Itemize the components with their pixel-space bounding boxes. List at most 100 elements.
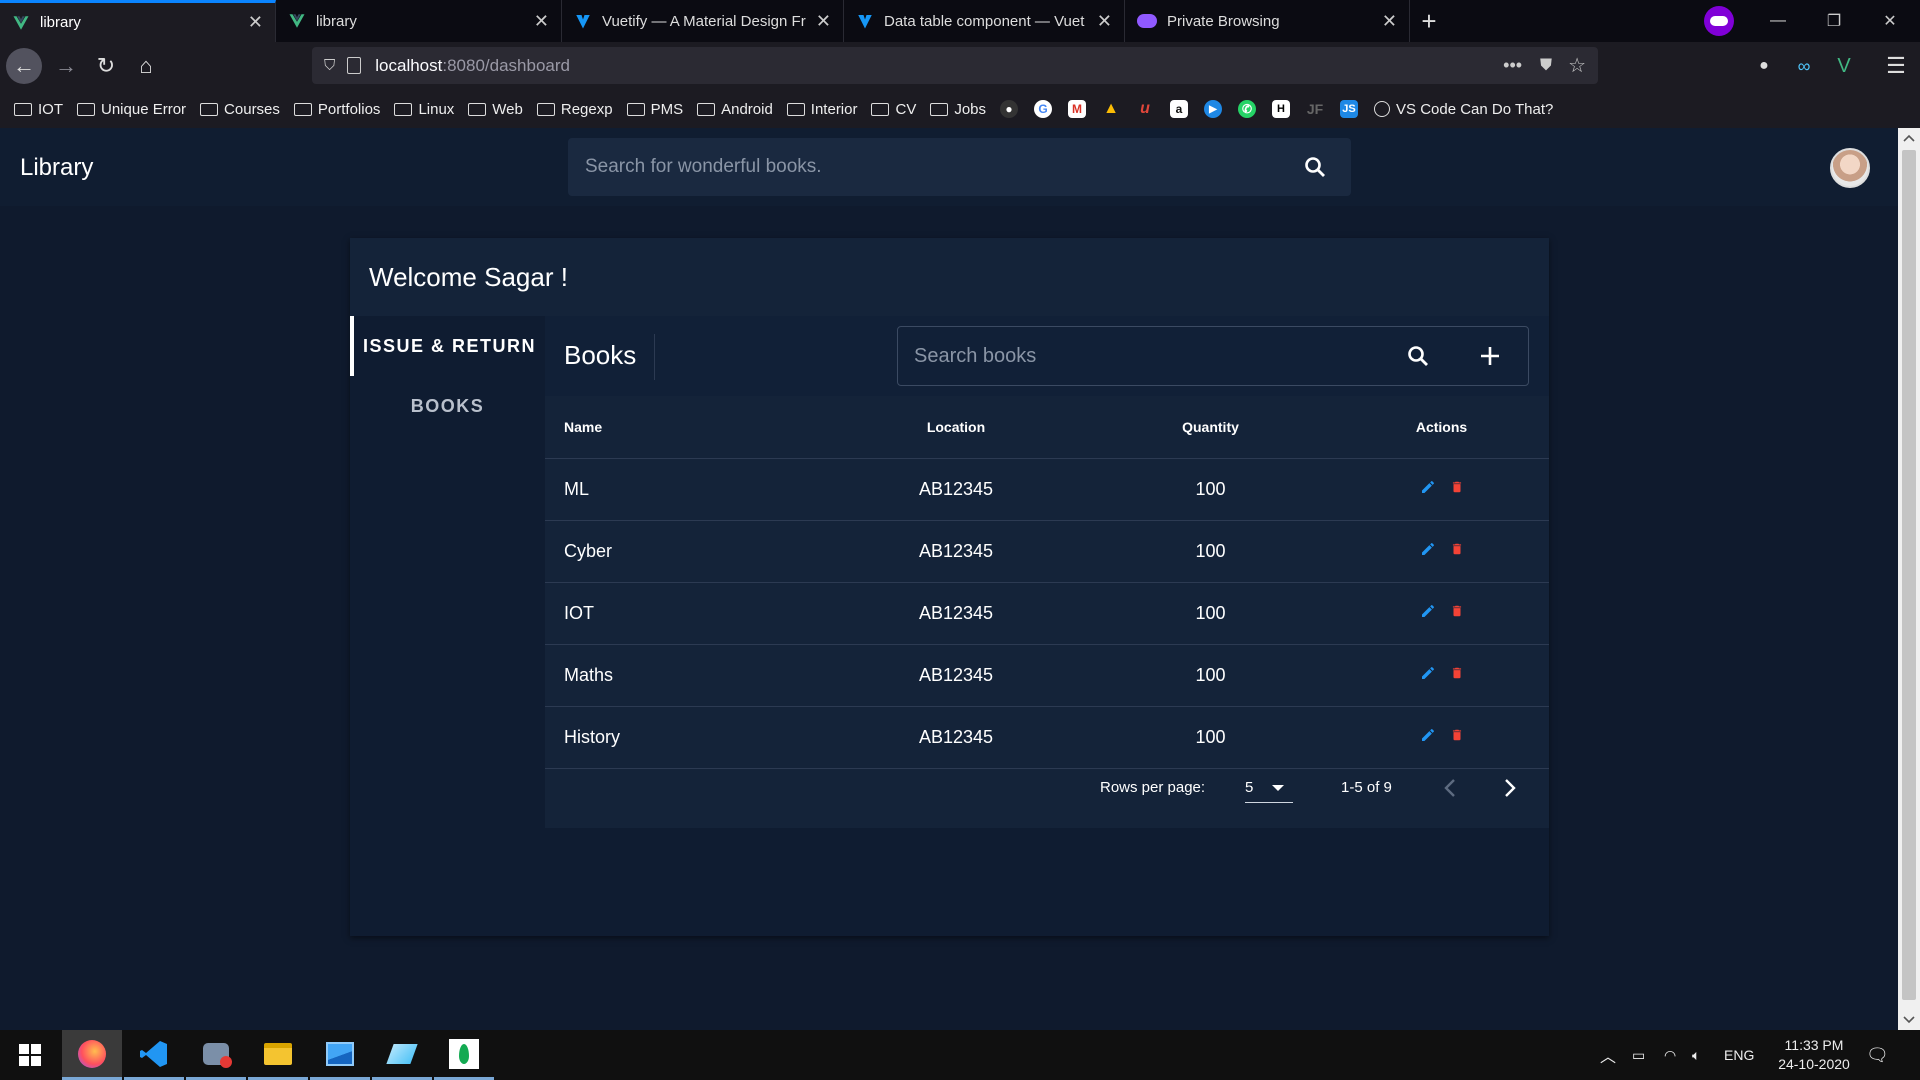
next-page-icon[interactable]: [1503, 778, 1517, 798]
hackerrank-icon[interactable]: H: [1272, 100, 1291, 118]
add-book-icon[interactable]: [1478, 344, 1502, 368]
search-icon[interactable]: [1303, 155, 1327, 179]
global-search-field[interactable]: [568, 138, 1351, 196]
global-search-input[interactable]: [583, 155, 1267, 179]
scroll-up-arrow-icon[interactable]: [1903, 134, 1915, 142]
bookmark-folder[interactable]: CV: [871, 101, 916, 118]
menu-icon[interactable]: ☰: [1878, 48, 1914, 84]
page-scrollbar[interactable]: [1898, 128, 1920, 1030]
jf-icon[interactable]: JF: [1306, 100, 1324, 118]
close-tab-icon[interactable]: ✕: [1097, 11, 1112, 32]
edit-pencil-icon[interactable]: [1420, 541, 1436, 557]
bookmark-folder[interactable]: PMS: [626, 101, 683, 118]
bookmark-folder[interactable]: Interior: [786, 101, 857, 118]
bookmark-folder[interactable]: Jobs: [930, 101, 986, 118]
gmail-icon[interactable]: M: [1068, 100, 1087, 118]
pocket-icon[interactable]: ⛊: [1540, 57, 1552, 75]
table-row[interactable]: Cyber AB12345 100: [545, 520, 1549, 583]
extension-icon[interactable]: ∞: [1786, 48, 1822, 84]
column-header-name[interactable]: Name: [545, 396, 825, 459]
close-tab-icon[interactable]: ✕: [534, 11, 549, 32]
tab-books[interactable]: BOOKS: [350, 376, 545, 436]
vscode-taskbar-icon[interactable]: [124, 1030, 184, 1080]
bookmark-folder[interactable]: Courses: [200, 101, 280, 118]
close-window-icon[interactable]: ✕: [1862, 0, 1918, 42]
bookmark-star-icon[interactable]: ☆: [1568, 53, 1586, 78]
restore-icon[interactable]: ❐: [1806, 0, 1862, 42]
bookmark-folder[interactable]: Linux: [394, 101, 454, 118]
volume-icon[interactable]: 🔈︎: [1692, 1030, 1700, 1080]
browser-tab[interactable]: library ✕: [0, 0, 276, 42]
delete-trash-icon[interactable]: [1450, 479, 1464, 495]
avatar[interactable]: [1830, 148, 1870, 188]
notifications-icon[interactable]: 🗨︎: [1866, 1030, 1889, 1080]
js-icon[interactable]: JS: [1340, 100, 1359, 118]
scrollbar-thumb[interactable]: [1902, 150, 1916, 1000]
delete-trash-icon[interactable]: [1450, 541, 1464, 557]
play-icon[interactable]: ▶: [1204, 100, 1223, 118]
books-search-field[interactable]: [897, 326, 1529, 386]
bookmark-folder[interactable]: Regexp: [536, 101, 613, 118]
shield-icon[interactable]: ⛉: [324, 57, 335, 74]
firefox-taskbar-icon[interactable]: [62, 1030, 122, 1080]
wifi-icon[interactable]: ◠: [1664, 1030, 1676, 1080]
edit-pencil-icon[interactable]: [1420, 665, 1436, 681]
eraser-app-taskbar-icon[interactable]: [372, 1030, 432, 1080]
new-tab-button[interactable]: +: [1414, 6, 1444, 36]
rows-per-page-select[interactable]: 5: [1245, 774, 1293, 803]
vue-devtools-icon[interactable]: V: [1826, 48, 1862, 84]
close-tab-icon[interactable]: ✕: [1382, 11, 1397, 32]
back-icon[interactable]: ←: [6, 48, 42, 84]
close-tab-icon[interactable]: ✕: [816, 11, 831, 32]
mongodb-compass-taskbar-icon[interactable]: [434, 1030, 494, 1080]
search-icon[interactable]: [1406, 344, 1430, 368]
github-icon[interactable]: ●: [1000, 100, 1019, 118]
browser-tab[interactable]: Vuetify — A Material Design Fr ✕: [562, 0, 844, 42]
scroll-down-arrow-icon[interactable]: [1903, 1016, 1915, 1024]
delete-trash-icon[interactable]: [1450, 665, 1464, 681]
column-header-quantity[interactable]: Quantity: [1087, 396, 1334, 459]
browser-tab[interactable]: library ✕: [276, 0, 562, 42]
table-row[interactable]: Maths AB12345 100: [545, 644, 1549, 707]
bookmark-folder[interactable]: IOT: [14, 101, 63, 118]
scribd-icon[interactable]: u: [1136, 100, 1154, 118]
table-row[interactable]: IOT AB12345 100: [545, 582, 1549, 645]
bookmark-site[interactable]: VS Code Can Do That?: [1374, 101, 1553, 118]
bookmark-folder[interactable]: Android: [697, 101, 773, 118]
show-hidden-icons-chevron-icon[interactable]: ︿: [1600, 1030, 1616, 1080]
books-search-input[interactable]: [912, 343, 1396, 369]
edit-pencil-icon[interactable]: [1420, 727, 1436, 743]
google-icon[interactable]: G: [1034, 100, 1053, 118]
photos-taskbar-icon[interactable]: [310, 1030, 370, 1080]
url-text[interactable]: localhost:8080/dashboard: [375, 56, 570, 76]
tab-issue-return[interactable]: ISSUE & RETURN: [350, 316, 545, 376]
file-explorer-taskbar-icon[interactable]: [248, 1030, 308, 1080]
minimize-icon[interactable]: —: [1750, 0, 1806, 42]
language-indicator[interactable]: ENG: [1724, 1030, 1754, 1080]
close-tab-icon[interactable]: ✕: [248, 12, 263, 33]
whatsapp-icon[interactable]: ✆: [1238, 100, 1257, 118]
bookmark-folder[interactable]: Web: [468, 101, 523, 118]
page-actions-icon[interactable]: •••: [1503, 55, 1522, 76]
drive-icon[interactable]: ▲: [1102, 100, 1120, 118]
column-header-location[interactable]: Location: [825, 396, 1087, 459]
home-icon[interactable]: ⌂: [128, 48, 164, 84]
url-bar[interactable]: ⛉ localhost:8080/dashboard ••• ⛊ ☆: [312, 47, 1598, 84]
extension-icon[interactable]: ●: [1746, 48, 1782, 84]
bookmark-folder[interactable]: Portfolios: [293, 101, 380, 118]
bookmark-folder[interactable]: Unique Error: [77, 101, 186, 118]
battery-icon[interactable]: ▭: [1632, 1030, 1645, 1080]
delete-trash-icon[interactable]: [1450, 603, 1464, 619]
browser-tab[interactable]: Data table component — Vuet ✕: [844, 0, 1125, 42]
amazon-icon[interactable]: a: [1170, 100, 1189, 118]
previous-page-icon[interactable]: [1443, 778, 1457, 798]
forward-icon[interactable]: →: [48, 48, 84, 84]
delete-trash-icon[interactable]: [1450, 727, 1464, 743]
table-row[interactable]: ML AB12345 100: [545, 458, 1549, 521]
edit-pencil-icon[interactable]: [1420, 603, 1436, 619]
clock[interactable]: 11:33 PM 24-10-2020: [1764, 1030, 1864, 1080]
reload-icon[interactable]: ↻: [88, 48, 124, 84]
edit-pencil-icon[interactable]: [1420, 479, 1436, 495]
browser-tab[interactable]: Private Browsing ✕: [1125, 0, 1410, 42]
game-app-taskbar-icon[interactable]: [186, 1030, 246, 1080]
